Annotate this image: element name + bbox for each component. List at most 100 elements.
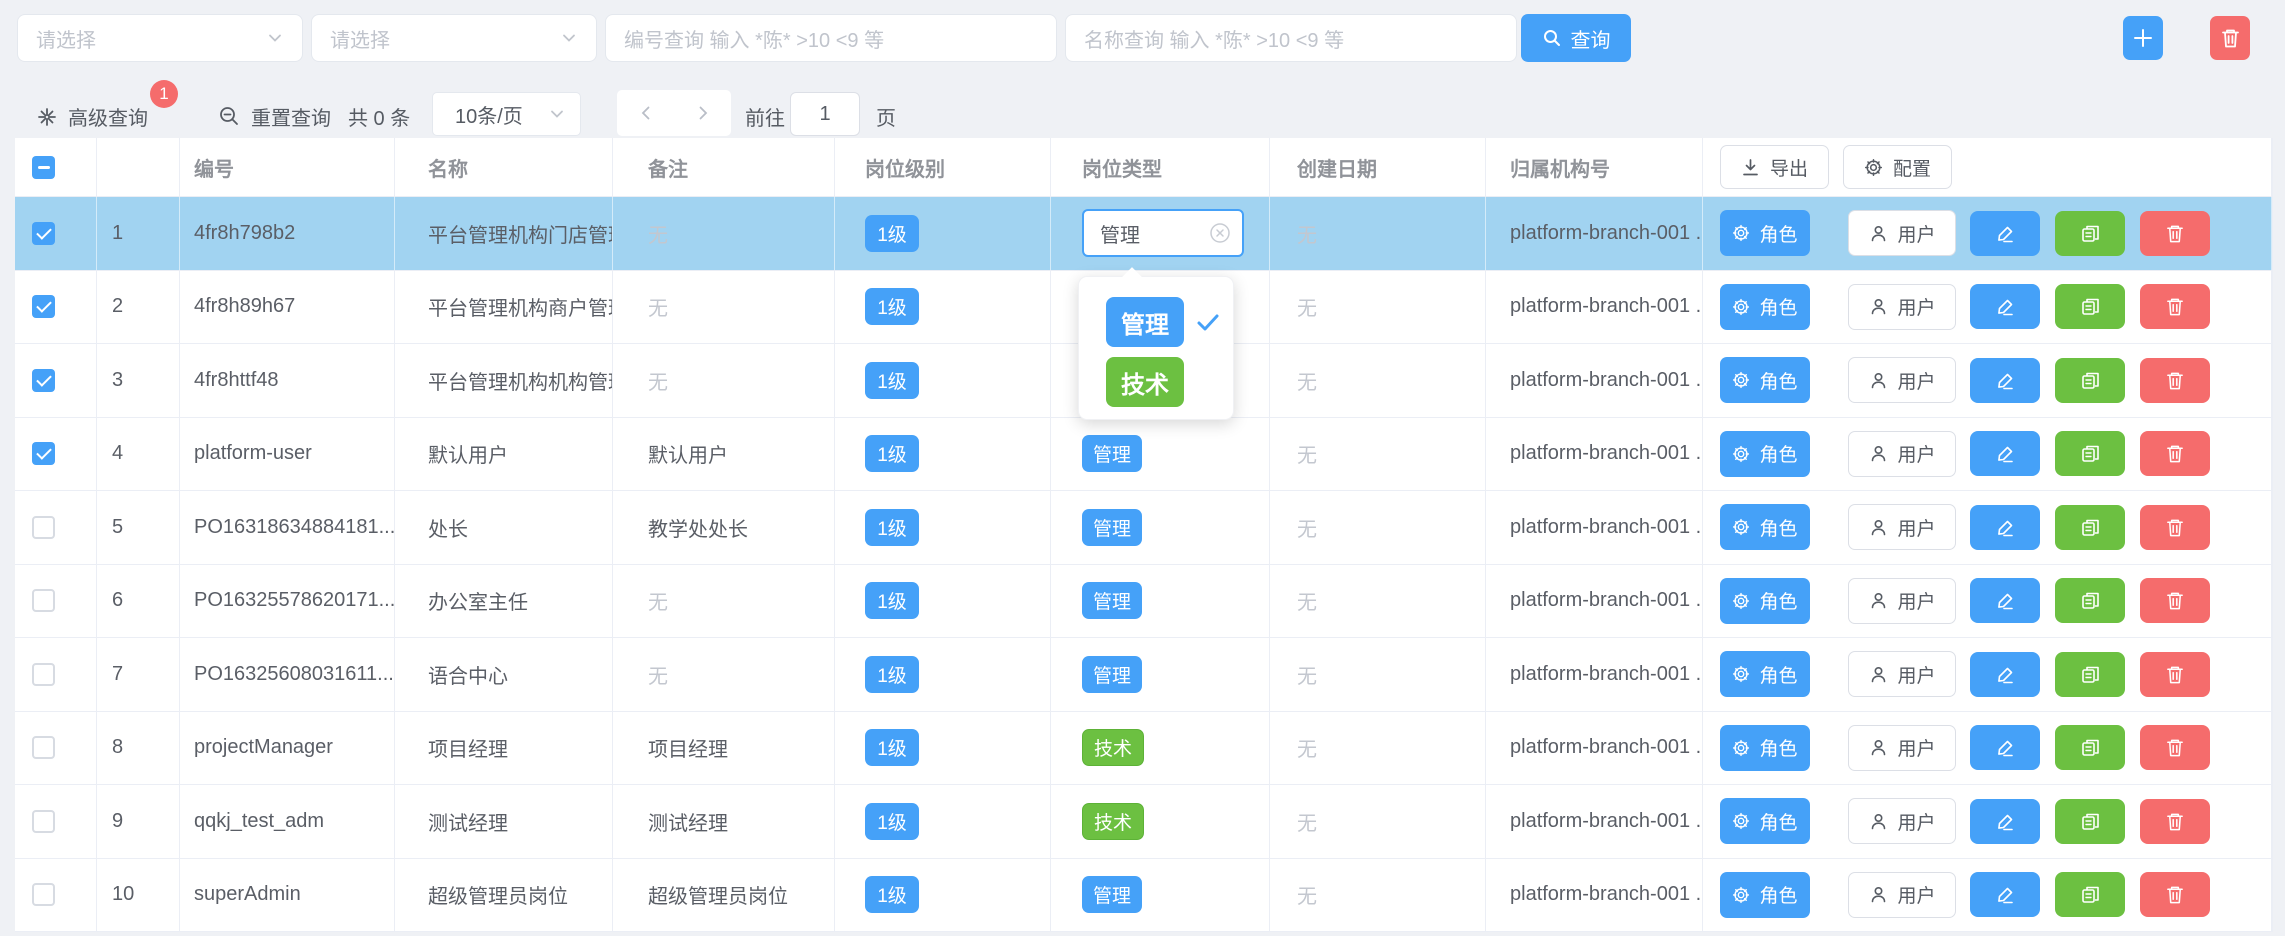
row-checkbox[interactable]	[32, 589, 55, 612]
filter-select-2[interactable]: 请选择	[311, 14, 597, 62]
search-button[interactable]: 查询	[1521, 14, 1631, 62]
edit-button[interactable]	[1970, 799, 2040, 844]
row-index: 4	[97, 418, 180, 491]
copy-button[interactable]	[2055, 725, 2125, 770]
copy-icon	[2080, 664, 2101, 685]
user-button[interactable]: 用户	[1848, 651, 1956, 697]
edit-button[interactable]	[1970, 211, 2040, 256]
delete-button[interactable]	[2140, 211, 2210, 256]
role-button-label: 角色	[1759, 881, 1797, 908]
role-button[interactable]: 角色	[1720, 872, 1810, 918]
row-checkbox[interactable]	[32, 736, 55, 759]
edit-button[interactable]	[1970, 431, 2040, 476]
copy-button[interactable]	[2055, 505, 2125, 550]
delete-button[interactable]	[2140, 431, 2210, 476]
delete-button[interactable]	[2140, 725, 2210, 770]
select-all-checkbox[interactable]	[32, 156, 55, 179]
level-badge: 1级	[865, 215, 919, 252]
row-created: 无	[1270, 638, 1486, 711]
row-checkbox[interactable]	[32, 222, 55, 245]
delete-button[interactable]	[2140, 358, 2210, 403]
user-button[interactable]: 用户	[1848, 284, 1956, 330]
clear-icon[interactable]	[1209, 222, 1231, 244]
dropdown-option[interactable]: 技术	[1106, 357, 1233, 407]
dropdown-option[interactable]: 管理	[1106, 297, 1233, 347]
config-button[interactable]: 配置	[1843, 145, 1952, 189]
next-page-button[interactable]	[688, 98, 718, 128]
edit-button[interactable]	[1970, 578, 2040, 623]
export-button[interactable]: 导出	[1720, 145, 1829, 189]
prev-page-button[interactable]	[631, 98, 661, 128]
row-checkbox[interactable]	[32, 883, 55, 906]
chevron-left-icon	[638, 105, 654, 121]
role-button[interactable]: 角色	[1720, 651, 1810, 697]
goto-page-input[interactable]	[790, 92, 860, 136]
person-icon	[1869, 738, 1888, 757]
add-button[interactable]	[2123, 16, 2163, 60]
edit-button[interactable]	[1970, 358, 2040, 403]
copy-button[interactable]	[2055, 211, 2125, 256]
role-button[interactable]: 角色	[1720, 357, 1810, 403]
edit-button[interactable]	[1970, 505, 2040, 550]
delete-button[interactable]	[2140, 799, 2210, 844]
role-button[interactable]: 角色	[1720, 431, 1810, 477]
delete-selected-button[interactable]	[2210, 16, 2250, 60]
user-button[interactable]: 用户	[1848, 578, 1956, 624]
row-level-cell: 1级	[835, 859, 1051, 932]
person-icon	[1869, 885, 1888, 904]
user-button[interactable]: 用户	[1848, 872, 1956, 918]
role-button[interactable]: 角色	[1720, 798, 1810, 844]
copy-button[interactable]	[2055, 284, 2125, 329]
row-level-cell: 1级	[835, 638, 1051, 711]
type-select[interactable]: 管理	[1082, 209, 1244, 257]
row-level-cell: 1级	[835, 344, 1051, 417]
copy-button[interactable]	[2055, 431, 2125, 476]
user-button[interactable]: 用户	[1848, 210, 1956, 256]
row-checkbox[interactable]	[32, 442, 55, 465]
edit-button[interactable]	[1970, 725, 2040, 770]
row-checkbox[interactable]	[32, 295, 55, 318]
person-icon	[1869, 665, 1888, 684]
role-button[interactable]: 角色	[1720, 578, 1810, 624]
role-button[interactable]: 角色	[1720, 284, 1810, 330]
role-button[interactable]: 角色	[1720, 210, 1810, 256]
user-button[interactable]: 用户	[1848, 357, 1956, 403]
name-search-input[interactable]: 名称查询 输入 *陈* >10 <9 等	[1065, 14, 1517, 62]
row-actions: 角色 用户	[1703, 418, 2272, 491]
copy-button[interactable]	[2055, 358, 2125, 403]
reset-query-button[interactable]: 重置查询	[218, 102, 331, 131]
copy-button[interactable]	[2055, 872, 2125, 917]
delete-button[interactable]	[2140, 872, 2210, 917]
role-button[interactable]: 角色	[1720, 725, 1810, 771]
edit-button[interactable]	[1970, 652, 2040, 697]
delete-button[interactable]	[2140, 652, 2210, 697]
level-badge: 1级	[865, 509, 919, 546]
row-checkbox[interactable]	[32, 369, 55, 392]
user-button[interactable]: 用户	[1848, 798, 1956, 844]
delete-button[interactable]	[2140, 578, 2210, 623]
copy-button[interactable]	[2055, 652, 2125, 697]
code-search-input[interactable]: 编号查询 输入 *陈* >10 <9 等	[605, 14, 1057, 62]
copy-button[interactable]	[2055, 578, 2125, 623]
delete-button[interactable]	[2140, 284, 2210, 329]
person-icon	[1869, 371, 1888, 390]
level-badge: 1级	[865, 803, 919, 840]
trash-icon	[2165, 443, 2185, 464]
user-button[interactable]: 用户	[1848, 431, 1956, 477]
advanced-query-button[interactable]: 高级查询	[36, 102, 148, 131]
user-button[interactable]: 用户	[1848, 725, 1956, 771]
edit-button[interactable]	[1970, 284, 2040, 329]
row-checkbox[interactable]	[32, 663, 55, 686]
row-level-cell: 1级	[835, 271, 1051, 344]
user-button[interactable]: 用户	[1848, 504, 1956, 550]
copy-button[interactable]	[2055, 799, 2125, 844]
filter-select-1[interactable]: 请选择	[17, 14, 303, 62]
edit-button[interactable]	[1970, 872, 2040, 917]
goto-page-suffix: 页	[876, 102, 896, 131]
row-checkbox[interactable]	[32, 810, 55, 833]
delete-button[interactable]	[2140, 505, 2210, 550]
header-checkbox-cell	[15, 138, 97, 196]
role-button[interactable]: 角色	[1720, 504, 1810, 550]
page-size-select[interactable]: 10条/页	[432, 92, 581, 136]
row-checkbox[interactable]	[32, 516, 55, 539]
